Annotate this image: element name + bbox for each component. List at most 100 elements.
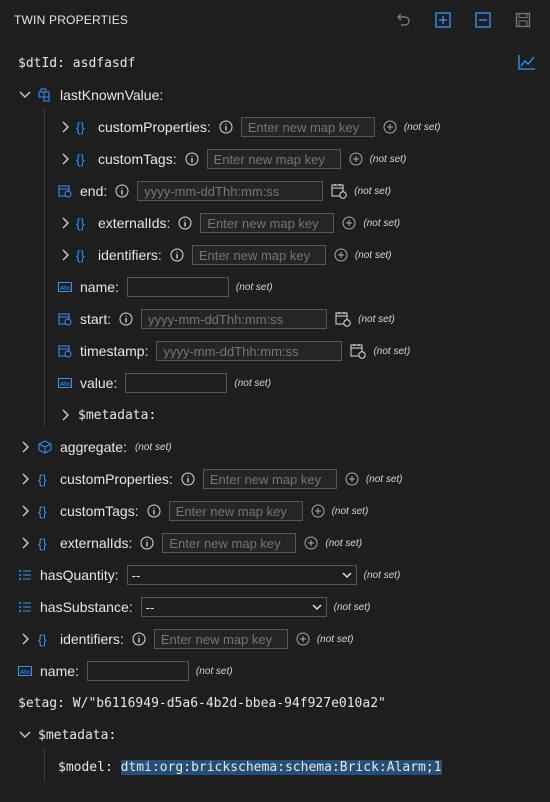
hasquantity-row: hasQuantity: -- (not set) bbox=[18, 564, 400, 586]
datetime-icon bbox=[58, 185, 72, 198]
not-set-label: (not set) bbox=[316, 633, 354, 645]
info-icon[interactable] bbox=[147, 504, 161, 518]
info-icon[interactable] bbox=[170, 248, 184, 262]
not-set-label: (not set) bbox=[373, 345, 411, 357]
info-icon[interactable] bbox=[219, 120, 233, 134]
map-key-input[interactable] bbox=[168, 501, 303, 521]
expand-all-icon[interactable] bbox=[434, 11, 452, 29]
info-icon[interactable] bbox=[119, 312, 133, 326]
lkv-name-row: Abc name: (not set) bbox=[58, 276, 273, 298]
chevron-right-icon[interactable] bbox=[18, 536, 32, 550]
name-textarea[interactable] bbox=[126, 277, 229, 297]
name-textarea[interactable] bbox=[86, 661, 189, 681]
save-icon[interactable] bbox=[514, 11, 532, 29]
datetime-icon bbox=[58, 345, 72, 358]
field-label: timestamp: bbox=[80, 343, 149, 359]
datetime-input[interactable] bbox=[141, 309, 328, 329]
value-textarea[interactable] bbox=[125, 373, 228, 393]
chevron-right-icon[interactable] bbox=[58, 152, 72, 166]
field-label: start: bbox=[80, 311, 112, 327]
not-set-label: (not set) bbox=[354, 185, 391, 197]
field-label: end: bbox=[80, 183, 108, 199]
calendar-icon[interactable] bbox=[331, 183, 347, 199]
calendar-icon[interactable] bbox=[335, 311, 351, 327]
hassubstance-row: hasSubstance: -- (not set) bbox=[18, 596, 370, 618]
string-icon: Abc bbox=[18, 666, 32, 676]
braces-icon: {} bbox=[38, 632, 47, 647]
svg-text:Abc: Abc bbox=[20, 669, 31, 676]
aggregate-row[interactable]: aggregate: (not set) bbox=[18, 436, 172, 458]
not-set-label: (not set) bbox=[365, 473, 403, 485]
braces-icon: {} bbox=[38, 504, 47, 519]
datetime-input[interactable] bbox=[137, 181, 324, 201]
add-icon[interactable] bbox=[311, 504, 325, 518]
add-icon[interactable] bbox=[349, 152, 363, 166]
field-label: externalIds: bbox=[98, 215, 171, 231]
customtags-row: {} customTags: (not set) bbox=[18, 500, 368, 522]
chevron-right-icon[interactable] bbox=[58, 248, 72, 262]
chevron-right-icon[interactable] bbox=[18, 440, 32, 454]
info-icon[interactable] bbox=[181, 472, 195, 486]
map-key-input[interactable] bbox=[240, 117, 375, 137]
add-icon[interactable] bbox=[334, 248, 348, 262]
lkv-timestamp-row: timestamp: (not set) bbox=[58, 340, 410, 362]
info-icon[interactable] bbox=[178, 216, 192, 230]
lkv-end-row: end: (not set) bbox=[58, 180, 391, 202]
relationship-icon bbox=[19, 602, 31, 612]
add-icon[interactable] bbox=[342, 216, 356, 230]
lkv-metadata-row[interactable]: $metadata: bbox=[58, 404, 156, 426]
info-icon[interactable] bbox=[132, 632, 146, 646]
chevron-right-icon[interactable] bbox=[58, 408, 72, 422]
info-icon[interactable] bbox=[185, 152, 199, 166]
chevron-right-icon[interactable] bbox=[18, 504, 32, 518]
field-label: customProperties: bbox=[60, 471, 173, 487]
add-icon[interactable] bbox=[383, 120, 397, 134]
chart-icon[interactable] bbox=[518, 54, 536, 70]
braces-icon: {} bbox=[38, 472, 47, 487]
not-set-label: (not set) bbox=[369, 153, 407, 165]
string-icon: Abc bbox=[58, 282, 72, 292]
braces-icon: {} bbox=[76, 152, 85, 167]
datetime-icon bbox=[58, 313, 72, 326]
not-set-label: (not set) bbox=[195, 665, 233, 677]
chevron-right-icon[interactable] bbox=[58, 120, 72, 134]
chevron-right-icon[interactable] bbox=[58, 216, 72, 230]
collapse-all-icon[interactable] bbox=[474, 11, 492, 29]
undo-icon[interactable] bbox=[394, 11, 412, 29]
lkv-row[interactable]: lastKnownValue: bbox=[18, 84, 163, 106]
externalids-row: {} externalIds: (not set) bbox=[18, 532, 362, 554]
map-key-input[interactable] bbox=[206, 149, 341, 169]
field-label: identifiers: bbox=[60, 631, 124, 647]
lkv-start-row: start: (not set) bbox=[58, 308, 395, 330]
add-icon[interactable] bbox=[304, 536, 318, 550]
hasquantity-select[interactable]: -- bbox=[126, 565, 357, 585]
hassubstance-select[interactable]: -- bbox=[140, 597, 327, 617]
field-label: customTags: bbox=[98, 151, 177, 167]
datetime-input[interactable] bbox=[156, 341, 343, 361]
not-set-label: (not set) bbox=[134, 441, 172, 453]
chevron-right-icon[interactable] bbox=[18, 632, 32, 646]
model-value[interactable]: dtmi:org:brickschema:schema:Brick:Alarm;… bbox=[120, 759, 442, 775]
add-icon[interactable] bbox=[345, 472, 359, 486]
tree-guide bbox=[44, 748, 45, 782]
map-key-input[interactable] bbox=[200, 213, 335, 233]
cube-icon bbox=[38, 440, 52, 454]
not-set-label: (not set) bbox=[403, 121, 441, 133]
chevron-right-icon[interactable] bbox=[18, 472, 32, 486]
not-set-label: (not set) bbox=[363, 569, 401, 581]
add-icon[interactable] bbox=[296, 632, 310, 646]
map-key-input[interactable] bbox=[191, 245, 326, 265]
model-label: $model: bbox=[58, 759, 113, 775]
map-key-input[interactable] bbox=[202, 469, 337, 489]
map-key-input[interactable] bbox=[162, 533, 297, 553]
dtid-row: $dtId: asdfasdf bbox=[18, 52, 135, 74]
chevron-down-icon[interactable] bbox=[18, 88, 32, 102]
calendar-icon[interactable] bbox=[350, 343, 367, 359]
info-icon[interactable] bbox=[115, 184, 129, 198]
info-icon[interactable] bbox=[140, 536, 154, 550]
map-key-input[interactable] bbox=[153, 629, 288, 649]
chevron-down-icon[interactable] bbox=[18, 728, 32, 742]
field-label: name: bbox=[80, 279, 119, 295]
name-row: Abc name: (not set) bbox=[18, 660, 233, 682]
metadata-row[interactable]: $metadata: bbox=[18, 724, 116, 746]
